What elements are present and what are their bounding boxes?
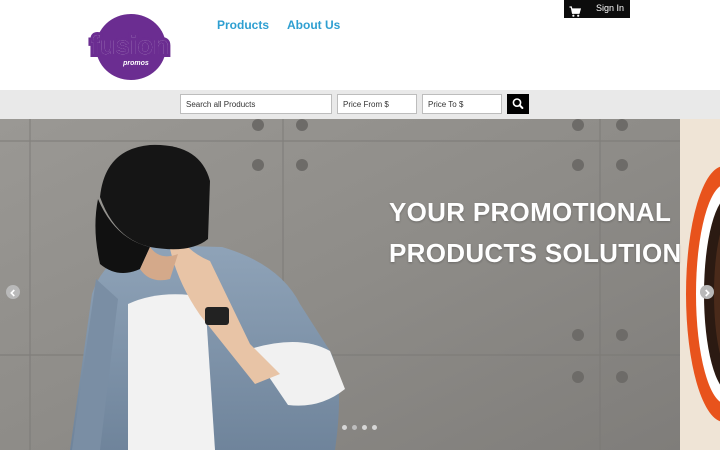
slider-dot[interactable] bbox=[372, 425, 377, 430]
svg-text:promos: promos bbox=[122, 60, 149, 67]
slider-dot[interactable] bbox=[342, 425, 347, 430]
sign-in-link[interactable]: Sign In bbox=[596, 3, 624, 13]
slider-dot[interactable] bbox=[362, 425, 367, 430]
slider-prev-button[interactable] bbox=[6, 285, 20, 299]
price-to-input[interactable] bbox=[422, 94, 502, 114]
svg-text:fusion: fusion bbox=[91, 30, 169, 60]
fusion-promos-logo[interactable]: fusion fusion promos bbox=[88, 12, 172, 82]
product-search-bar bbox=[0, 90, 720, 119]
hero-headline-line-2: PRODUCTS SOLUTION bbox=[389, 238, 682, 268]
slider-next-button[interactable] bbox=[700, 285, 714, 299]
search-icon bbox=[507, 98, 529, 117]
site-header: fusion fusion promos Products About Us S… bbox=[0, 0, 720, 90]
chevron-left-icon bbox=[6, 285, 20, 304]
page: fusion fusion promos Products About Us S… bbox=[0, 0, 720, 450]
search-button[interactable] bbox=[507, 94, 529, 114]
price-from-input[interactable] bbox=[337, 94, 417, 114]
hero-headline: YOUR PROMOTIONAL PRODUCTS SOLUTION bbox=[389, 192, 682, 274]
nav-products-link[interactable]: Products bbox=[217, 18, 269, 32]
hero-slider: YOUR PROMOTIONAL PRODUCTS SOLUTION bbox=[0, 119, 720, 450]
cart-icon[interactable] bbox=[569, 3, 582, 17]
slider-dots bbox=[342, 425, 377, 430]
account-bar: Sign In bbox=[564, 0, 630, 18]
hero-headline-line-1: YOUR PROMOTIONAL bbox=[389, 197, 672, 227]
search-products-input[interactable] bbox=[180, 94, 332, 114]
slider-dot[interactable] bbox=[352, 425, 357, 430]
nav-about-link[interactable]: About Us bbox=[287, 18, 340, 32]
hero-image bbox=[0, 119, 680, 450]
chevron-right-icon bbox=[700, 285, 714, 304]
